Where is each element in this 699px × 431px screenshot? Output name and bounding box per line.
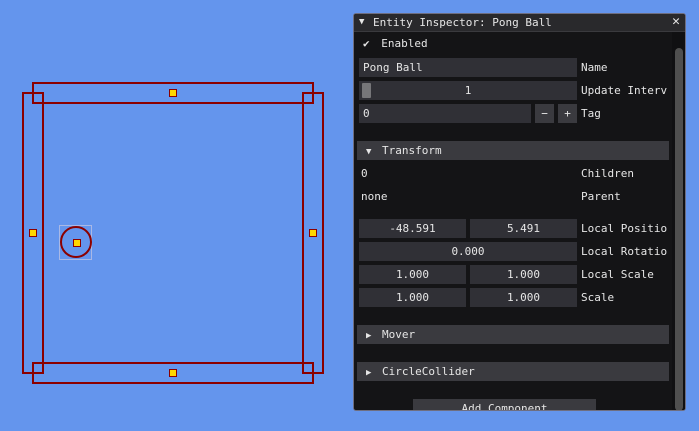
circle-collider-header-label: CircleCollider — [382, 365, 475, 378]
window-title: Entity Inspector: Pong Ball — [373, 16, 552, 29]
tag-input[interactable]: 0 — [359, 104, 531, 123]
enabled-label: Enabled — [381, 37, 428, 50]
inspector-body: ✔ Enabled Pong Ball Name 1 Update Interv… — [354, 32, 672, 410]
mover-header[interactable]: ▶ Mover — [357, 325, 669, 344]
enabled-checkbox-icon[interactable]: ✔ — [363, 37, 370, 50]
enabled-row[interactable]: ✔ Enabled — [363, 36, 428, 52]
scale-x-input[interactable]: 1.000 — [359, 288, 466, 307]
local-scale-x-input[interactable]: 1.000 — [359, 265, 466, 284]
inspector-scrollbar[interactable] — [672, 32, 685, 410]
name-input[interactable]: Pong Ball — [359, 58, 577, 77]
local-position-label: Local Positio — [581, 222, 668, 235]
scale-y-input[interactable]: 1.000 — [470, 288, 577, 307]
entity-inspector-window: ▼ Entity Inspector: Pong Ball ✕ ✔ Enable… — [353, 13, 686, 411]
scale-label: Scale — [581, 291, 615, 304]
parent-label: Parent — [581, 190, 621, 203]
add-component-button[interactable]: Add Component — [413, 399, 596, 410]
wall-right-handle[interactable] — [309, 229, 317, 237]
expanded-arrow-icon: ▼ — [366, 147, 372, 157]
local-position-y-input[interactable]: 5.491 — [470, 219, 577, 238]
scrollbar-thumb[interactable] — [675, 48, 683, 410]
local-position-x-input[interactable]: -48.591 — [359, 219, 466, 238]
mover-header-label: Mover — [382, 328, 416, 341]
local-scale-y-input[interactable]: 1.000 — [470, 265, 577, 284]
close-icon[interactable]: ✕ — [672, 14, 680, 30]
collapsed-arrow-icon: ▶ — [366, 368, 372, 378]
circle-collider-header[interactable]: ▶ CircleCollider — [357, 362, 669, 381]
ball-handle[interactable] — [73, 239, 81, 247]
children-label: Children — [581, 167, 634, 180]
local-rotation-label: Local Rotatio — [581, 245, 668, 258]
wall-top-handle[interactable] — [169, 89, 177, 97]
transform-header-label: Transform — [382, 144, 442, 157]
parent-value: none — [361, 190, 388, 203]
name-label: Name — [581, 61, 608, 74]
collapsed-arrow-icon: ▶ — [366, 331, 372, 341]
tag-label: Tag — [581, 107, 601, 120]
transform-header[interactable]: ▼ Transform — [357, 141, 669, 160]
children-value: 0 — [361, 167, 368, 180]
update-interval-value: 1 — [464, 84, 472, 97]
tag-decrement-button[interactable]: − — [535, 104, 554, 123]
local-scale-label: Local Scale — [581, 268, 654, 281]
tag-increment-button[interactable]: + — [558, 104, 577, 123]
inspector-titlebar[interactable]: ▼ Entity Inspector: Pong Ball ✕ — [354, 14, 685, 32]
update-interval-label: Update Interv — [581, 84, 668, 97]
wall-bottom-handle[interactable] — [169, 369, 177, 377]
local-rotation-input[interactable]: 0.000 — [359, 242, 577, 261]
update-interval-slider[interactable]: 1 — [359, 81, 577, 100]
wall-left-handle[interactable] — [29, 229, 37, 237]
collapse-window-icon[interactable]: ▼ — [359, 17, 364, 27]
